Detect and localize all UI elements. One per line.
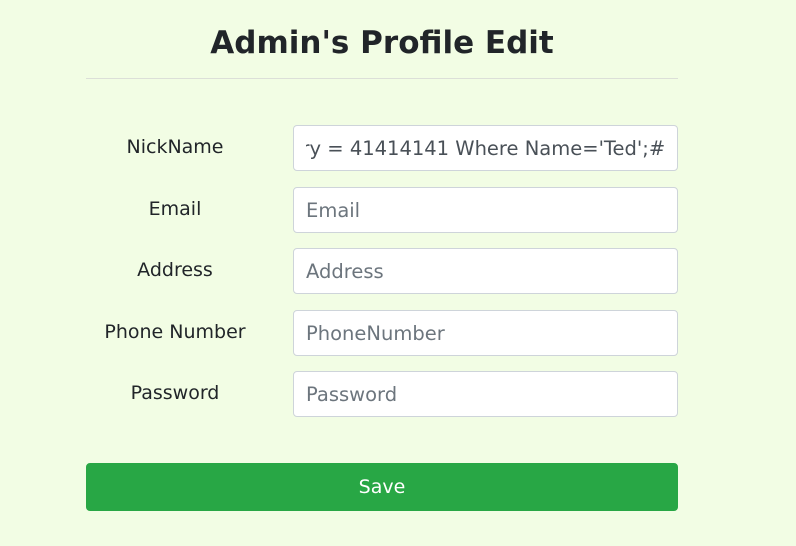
password-row: Password — [86, 371, 678, 417]
email-label: Email — [148, 198, 202, 220]
phone-number-row: Phone Number — [86, 310, 678, 356]
email-input[interactable] — [293, 187, 678, 233]
phone-number-input[interactable] — [293, 310, 678, 356]
address-input[interactable] — [293, 248, 678, 294]
title-divider — [86, 78, 678, 79]
address-row: Address — [86, 248, 678, 294]
email-row: Email — [86, 187, 678, 233]
password-label: Password — [130, 382, 220, 404]
nickname-input[interactable] — [293, 125, 678, 171]
password-input[interactable] — [293, 371, 678, 417]
nickname-row: NickName — [86, 125, 678, 171]
phone-number-label: Phone Number — [104, 321, 246, 343]
address-label: Address — [137, 259, 213, 281]
nickname-label: NickName — [126, 136, 224, 158]
page-title: Admin's Profile Edit — [210, 25, 554, 61]
save-button[interactable]: Save — [86, 463, 678, 511]
